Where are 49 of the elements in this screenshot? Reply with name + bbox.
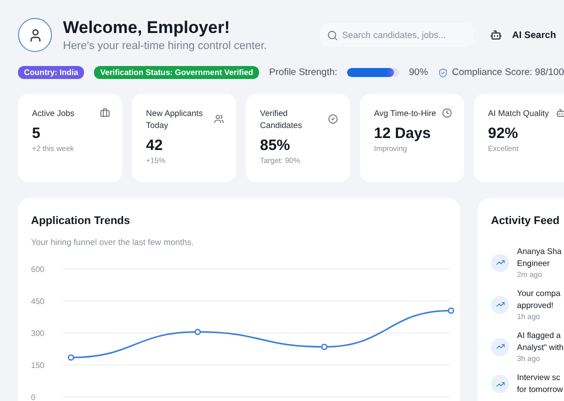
trend-icon [491,254,509,272]
chart-title: Application Trends [31,215,132,227]
search-icon [327,30,338,41]
trend-icon [491,375,509,393]
status-badge: Verification Status: Government Verified [94,66,260,79]
activity-text: Your compa approved! [517,288,560,312]
robot-icon [556,108,564,118]
stat-label: Active Jobs [32,107,76,119]
activity-text: AI flagged a Analyst" with [517,330,564,354]
trend-icon [491,296,509,314]
activity-text: Ananya Sha Engineer [517,246,562,270]
axis-tick-label: 450 [31,297,44,306]
axis-tick-label: 0 [31,393,36,401]
users-icon [214,114,224,124]
check-circle-icon [328,114,338,124]
axis-tick-label: 150 [31,361,44,370]
briefcase-icon [100,108,110,118]
stat-label: New Applicants Today [146,107,204,131]
ai-search-button[interactable]: AI Search [490,29,556,41]
search-field[interactable]: Search candidates, jobs... [320,23,474,47]
robot-icon [490,29,502,41]
stat-value: 5 [32,125,42,142]
status-badge: Country: India [18,66,84,79]
avatar[interactable] [18,18,52,52]
compliance-score: Compliance Score: 98/100 [452,67,564,78]
stat-value: 85% [260,137,292,154]
welcome-title: Welcome, Employer! [63,18,230,38]
stat-value: 92% [488,125,520,142]
chart-subtitle: Your hiring funnel over the last few months. [31,237,195,247]
shield-icon [438,68,448,78]
axis-tick-label: 600 [31,265,44,274]
axis-tick-label: 300 [31,329,44,338]
activity-text: Interview sc for tomorrow [517,372,563,396]
stat-value: 42 [146,137,164,154]
data-point [194,328,201,336]
stat-label: Verified Candidates [260,107,303,131]
clock-icon [442,108,452,118]
data-point [321,344,328,350]
data-point [68,354,74,361]
stat-label: Avg Time-to-Hire [374,107,438,119]
activity-title: Activity Feed [491,215,560,227]
trend-icon [491,338,509,356]
profile-strength-label: Profile Strength: [269,67,338,78]
user-icon [28,28,42,42]
subtitle: Here's your real-time hiring control center. [63,40,267,52]
stat-label: AI Match Quality [488,107,550,119]
data-point [448,307,454,314]
progress-reading: 90% [409,67,428,78]
stat-value: 12 Days [374,125,432,142]
